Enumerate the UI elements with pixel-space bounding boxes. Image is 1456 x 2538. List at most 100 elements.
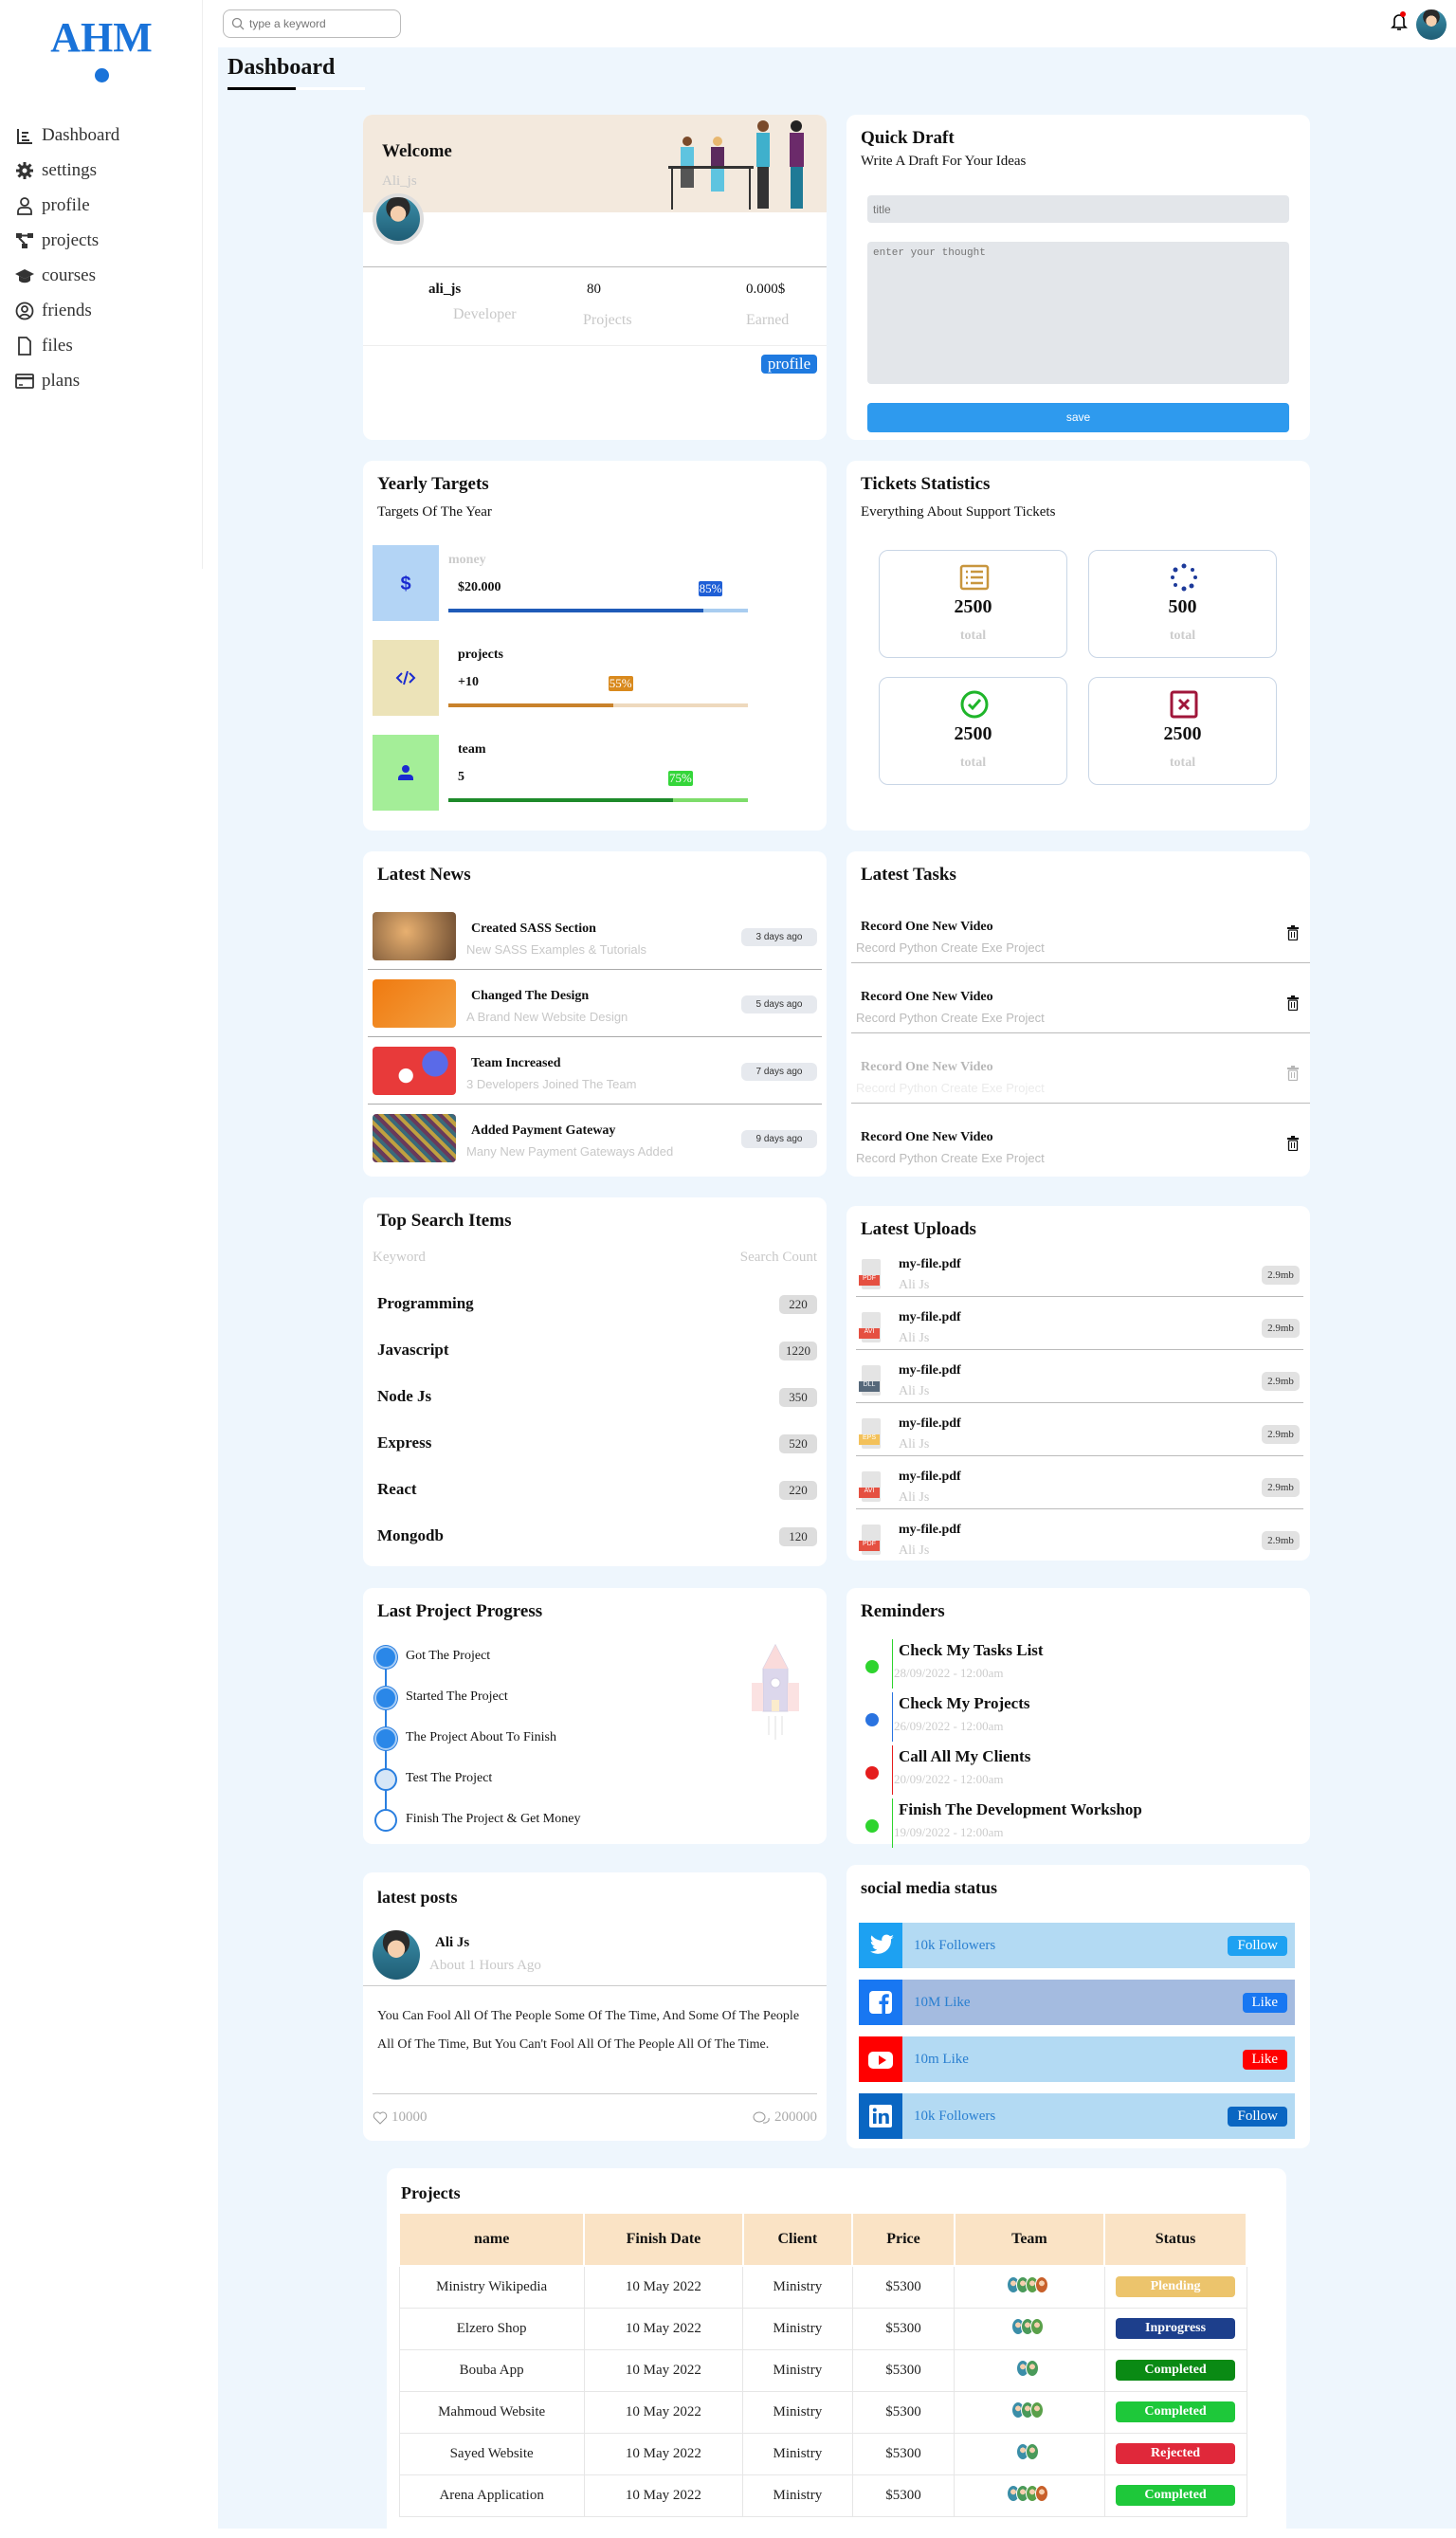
credit-card-icon [15,374,34,389]
trash-icon[interactable] [1287,1066,1299,1081]
file-name: my-file.pdf [899,1470,961,1484]
search-box[interactable] [223,9,401,38]
sidebar: AHM Dashboard settings profile projects cour… [0,0,203,569]
cell-client: Ministry [742,2265,853,2309]
upload-item[interactable]: EPS my-file.pdf Ali Js 2.9mb [846,1416,1310,1464]
sidebar-item-plans[interactable]: plans [15,371,80,392]
task-desc: Record Python Create Exe Project [856,1151,1045,1165]
news-item[interactable]: Created SASS Section New SASS Examples &… [363,912,827,969]
cell-price: $5300 [851,2432,956,2475]
target-progress-fill [448,609,703,612]
draft-title-input[interactable] [867,195,1289,223]
search-count: 120 [779,1527,817,1546]
upload-item[interactable]: PDF my-file.pdf Ali Js 2.9mb [846,1523,1310,1570]
cell-status: Completed [1103,2348,1247,2392]
divider [368,1104,822,1105]
dollar-icon: $ [400,574,410,594]
linkedin-row: 10k Followers Follow [859,2093,1295,2139]
news-item[interactable]: Team Increased 3 Developers Joined The T… [363,1047,827,1104]
latest-posts-title: latest posts [377,1888,458,1907]
sidebar-item-label: files [42,336,73,356]
file-name: my-file.pdf [899,1523,961,1537]
sidebar-item-profile[interactable]: profile [15,195,90,216]
reminder-line [892,1692,893,1742]
sidebar-item-courses[interactable]: courses [15,265,96,286]
sidebar-item-projects[interactable]: projects [15,230,99,251]
divider [363,345,827,346]
youtube-like-button[interactable]: Like [1242,2049,1287,2070]
stat-value: 0.000$ [746,282,786,297]
reminder-date: 19/09/2022 - 12:00am [894,1825,1004,1839]
sidebar-item-dashboard[interactable]: Dashboard [15,125,119,146]
sidebar-item-settings[interactable]: settings [15,160,97,181]
file-owner: Ali Js [899,1331,930,1345]
quick-draft-card: Quick Draft Write A Draft For Your Ideas… [846,115,1310,440]
keyword-header: Keyword [373,1250,426,1265]
target-percent: 75% [668,771,693,786]
column-header: Team [953,2212,1106,2267]
upload-item[interactable]: DLL my-file.pdf Ali Js 2.9mb [846,1363,1310,1411]
trash-icon[interactable] [1287,1136,1299,1151]
search-keyword: Programming [377,1294,474,1312]
sidebar-item-label: projects [42,230,100,250]
table-row: Arena Application 10 May 2022 Ministry $530… [398,2474,1247,2517]
reminder-dot [865,1766,879,1780]
ticket-stat: 500 total [1088,550,1277,658]
ticket-value: 2500 [954,596,992,617]
status-badge: Plending [1116,2276,1236,2298]
target-icon-box [373,735,439,811]
news-item[interactable]: Added Payment Gateway Many New Payment G… [363,1114,827,1171]
upload-item[interactable]: AVI my-file.pdf Ali Js 2.9mb [846,1310,1310,1358]
facebook-like-button[interactable]: Like [1242,1992,1287,2013]
save-button[interactable]: save [867,403,1289,432]
post-author[interactable]: Ali Js [435,1935,469,1951]
projects-title: Projects [401,2183,461,2202]
target-value: +10 [458,675,479,689]
linkedin-follow-button[interactable]: Follow [1228,2106,1287,2127]
draft-body-textarea[interactable] [867,242,1289,384]
reminder-dot [865,1713,879,1726]
twitter-icon [870,1934,894,1954]
file-icon [18,337,31,356]
twitter-follow-button[interactable]: Follow [1228,1935,1287,1956]
count-header: Search Count [739,1250,817,1265]
news-item[interactable]: Changed The Design A Brand New Website D… [363,979,827,1036]
user-avatar[interactable] [1416,9,1447,40]
trash-icon[interactable] [1287,995,1299,1011]
cell-team [954,2390,1105,2434]
cell-status: Completed [1103,2474,1247,2517]
youtube-icon [868,2052,893,2069]
sidebar-item-label: courses [42,265,96,285]
upload-item[interactable]: PDF my-file.pdf Ali Js 2.9mb [846,1257,1310,1305]
target-label: money [448,553,486,567]
search-input[interactable] [249,17,391,30]
target-progress-fill [448,798,673,802]
status-badge: Completed [1116,2360,1236,2381]
likes-button[interactable]: 10000 [373,2109,428,2126]
progress-step-label: The Project About To Finish [406,1730,556,1744]
comments-button[interactable]: 200000 [752,2109,817,2126]
latest-news-card: Latest News Created SASS Section New SAS… [363,851,827,1177]
target-value: 5 [458,770,464,784]
bell-icon [1391,11,1408,30]
progress-step-done [374,1646,397,1669]
user-circle-icon [15,301,34,320]
profile-button[interactable]: profile [761,355,817,374]
notification-button[interactable] [1391,11,1408,37]
sidebar-item-label: settings [42,160,98,180]
tickets-title: Tickets Statistics [861,474,991,494]
reminder-line [892,1799,893,1848]
user-icon [17,197,32,215]
search-count: 520 [779,1434,817,1453]
cell-price: $5300 [851,2474,956,2517]
sidebar-item-files[interactable]: files [15,336,73,356]
file-type: PDF [863,1275,876,1282]
sidebar-item-friends[interactable]: friends [15,301,92,321]
trash-icon[interactable] [1287,925,1299,940]
upload-item[interactable]: AVI my-file.pdf Ali Js 2.9mb [846,1470,1310,1517]
sidebar-item-label: profile [42,195,90,215]
cell-name: Mahmoud Website [398,2390,585,2434]
ticket-label: total [959,629,987,643]
file-owner: Ali Js [899,1384,930,1398]
comments-icon [753,2111,770,2124]
